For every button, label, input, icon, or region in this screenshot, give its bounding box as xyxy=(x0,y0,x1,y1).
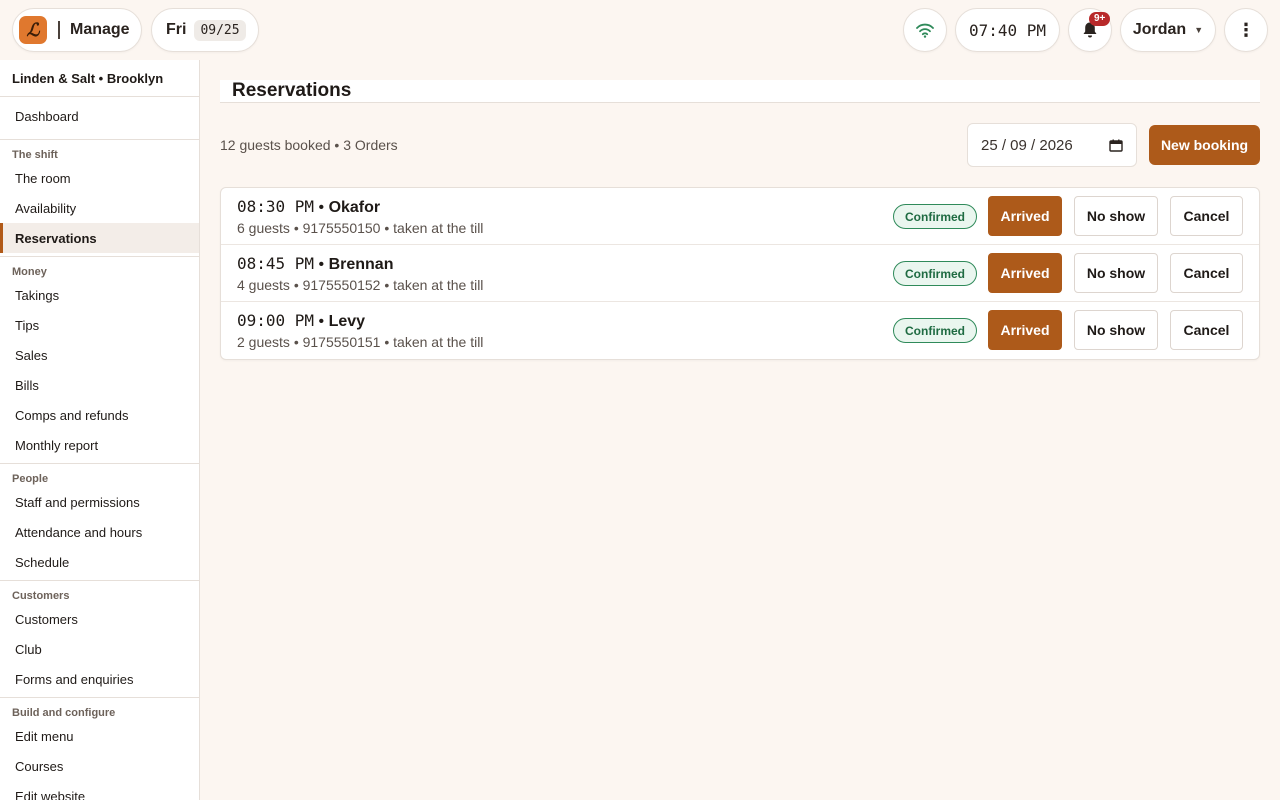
cancel-button[interactable]: Cancel xyxy=(1170,253,1243,293)
reservation-title: 08:45 PM • Brennan xyxy=(237,254,393,274)
reservation-name: Okafor xyxy=(328,199,381,216)
group-heading: Money xyxy=(12,266,47,278)
title-separator: • xyxy=(314,199,329,216)
reservation-title: 08:30 PM • Okafor xyxy=(237,197,380,217)
reservation-row[interactable]: 08:30 PM • Okafor 6 guests • 9175550150 … xyxy=(221,188,1259,245)
date-chip: 09/25 xyxy=(194,19,246,41)
reservation-title: 09:00 PM • Levy xyxy=(237,311,365,331)
day-label: Fri xyxy=(166,21,187,38)
sidebar: Linden & Salt • Brooklyn Dashboard The s… xyxy=(0,60,200,800)
group-heading: Build and configure xyxy=(12,707,116,719)
sidebar-item-takings[interactable]: Takings xyxy=(0,280,199,310)
user-menu[interactable]: Jordan ▼ xyxy=(1120,8,1216,52)
sidebar-item-availability[interactable]: Availability xyxy=(0,193,199,223)
sidebar-item-comps-refunds[interactable]: Comps and refunds xyxy=(0,400,199,430)
logo-icon: ℒ xyxy=(19,16,47,44)
date-value: 25 / 09 / 2026 xyxy=(981,136,1073,154)
title-separator: • xyxy=(314,313,329,330)
notification-badge: 9+ xyxy=(1089,12,1111,26)
page-title: Reservations xyxy=(232,80,352,101)
reservation-time: 08:30 PM xyxy=(237,197,315,216)
sidebar-item-the-room[interactable]: The room xyxy=(0,163,199,193)
sidebar-item-monthly-report[interactable]: Monthly report xyxy=(0,430,199,460)
nav-group-build: Build and configure Edit menu Courses Ed… xyxy=(0,697,199,800)
status-badge: Confirmed xyxy=(893,318,977,343)
more-options-button[interactable]: ⋮ xyxy=(1224,8,1268,52)
date-picker-input[interactable]: 25 / 09 / 2026 xyxy=(967,123,1137,167)
sidebar-item-staff[interactable]: Staff and permissions xyxy=(0,487,199,517)
sidebar-item-schedule[interactable]: Schedule xyxy=(0,547,199,577)
reservation-details: 6 guests • 9175550150 • taken at the til… xyxy=(237,220,484,236)
reservation-row[interactable]: 09:00 PM • Levy 2 guests • 9175550151 • … xyxy=(221,302,1259,359)
sidebar-item-courses[interactable]: Courses xyxy=(0,751,199,781)
sidebar-item-club[interactable]: Club xyxy=(0,634,199,664)
clock: 07:40 PM xyxy=(955,8,1060,52)
top-bar: ℒ Manage Fri 09/25 07:40 PM 9+ Jordan ▼ … xyxy=(0,0,1280,60)
sidebar-item-bills[interactable]: Bills xyxy=(0,370,199,400)
booking-summary: 12 guests booked • 3 Orders xyxy=(220,137,398,153)
status-badge: Confirmed xyxy=(893,204,977,229)
group-heading: Customers xyxy=(12,590,70,602)
title-separator: • xyxy=(314,256,329,273)
reservation-name: Levy xyxy=(328,313,366,330)
sidebar-item-forms[interactable]: Forms and enquiries xyxy=(0,664,199,694)
cancel-button[interactable]: Cancel xyxy=(1170,310,1243,350)
more-vertical-icon: ⋮ xyxy=(1237,19,1255,40)
connection-status-button[interactable] xyxy=(903,8,947,52)
nav-group-customers: Customers Customers Club Forms and enqui… xyxy=(0,580,199,694)
sidebar-item-dashboard[interactable]: Dashboard xyxy=(0,97,199,136)
nav-group-shift: The shift The room Availability Reservat… xyxy=(0,139,199,253)
reservation-row[interactable]: 08:45 PM • Brennan 4 guests • 9175550152… xyxy=(221,245,1259,302)
notifications-button[interactable]: 9+ xyxy=(1068,8,1112,52)
group-heading: People xyxy=(12,473,49,485)
reservation-list: 08:30 PM • Okafor 6 guests • 9175550150 … xyxy=(220,187,1260,360)
sidebar-item-sales[interactable]: Sales xyxy=(0,340,199,370)
reservation-details: 2 guests • 9175550151 • taken at the til… xyxy=(237,334,484,350)
reservation-time: 09:00 PM xyxy=(237,311,315,330)
calendar-icon[interactable] xyxy=(1109,139,1123,152)
sidebar-item-edit-menu[interactable]: Edit menu xyxy=(0,721,199,751)
caret-down-icon: ▼ xyxy=(1194,25,1204,35)
reservation-details: 4 guests • 9175550152 • taken at the til… xyxy=(237,277,484,293)
shift-date-button[interactable]: Fri 09/25 xyxy=(151,8,259,52)
no-show-button[interactable]: No show xyxy=(1074,196,1158,236)
sidebar-item-attendance[interactable]: Attendance and hours xyxy=(0,517,199,547)
reservation-time: 08:45 PM xyxy=(237,254,315,273)
group-heading: The shift xyxy=(12,149,58,161)
reservation-name: Brennan xyxy=(328,256,394,273)
arrived-button[interactable]: Arrived xyxy=(988,253,1062,293)
sidebar-item-edit-website[interactable]: Edit website xyxy=(0,781,199,800)
sidebar-item-tips[interactable]: Tips xyxy=(0,310,199,340)
sidebar-item-reservations[interactable]: Reservations xyxy=(0,223,199,253)
cancel-button[interactable]: Cancel xyxy=(1170,196,1243,236)
user-name: Jordan xyxy=(1132,21,1187,38)
status-badge: Confirmed xyxy=(893,261,977,286)
new-booking-button[interactable]: New booking xyxy=(1149,125,1260,165)
brand-menu[interactable]: ℒ Manage xyxy=(12,8,142,52)
page-header: Reservations xyxy=(220,80,1260,103)
no-show-button[interactable]: No show xyxy=(1074,310,1158,350)
arrived-button[interactable]: Arrived xyxy=(988,310,1062,350)
venue-name: Linden & Salt • Brooklyn xyxy=(0,60,199,97)
nav-group-people: People Staff and permissions Attendance … xyxy=(0,463,199,577)
mode-label: Manage xyxy=(70,21,130,38)
brand-divider xyxy=(58,21,60,39)
sidebar-item-customers[interactable]: Customers xyxy=(0,604,199,634)
nav-group-money: Money Takings Tips Sales Bills Comps and… xyxy=(0,256,199,460)
no-show-button[interactable]: No show xyxy=(1074,253,1158,293)
main-content: Reservations 12 guests booked • 3 Orders… xyxy=(200,60,1280,800)
wifi-icon xyxy=(916,23,934,38)
arrived-button[interactable]: Arrived xyxy=(988,196,1062,236)
